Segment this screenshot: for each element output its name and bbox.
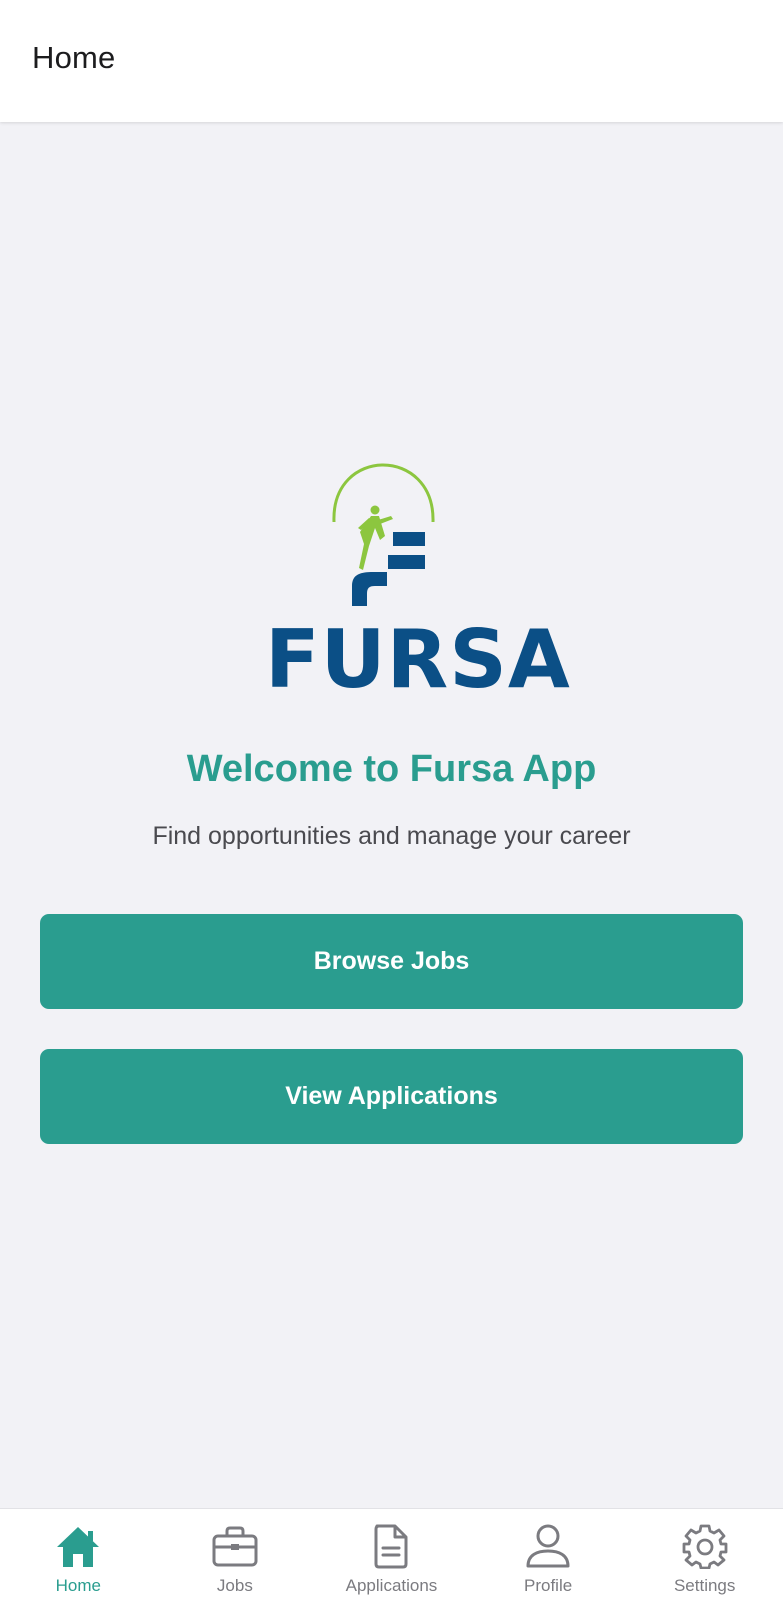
- tab-label: Applications: [345, 1576, 438, 1595]
- tab-jobs[interactable]: Jobs: [157, 1509, 314, 1601]
- tab-label: Settings: [673, 1576, 736, 1595]
- tab-applications[interactable]: Applications: [313, 1509, 470, 1601]
- briefcase-icon: [211, 1523, 259, 1569]
- person-icon: [524, 1523, 572, 1569]
- bottom-tab-bar: Home Jobs Applications Profile Settings: [0, 1508, 783, 1601]
- welcome-heading: Welcome to Fursa App: [186, 748, 597, 790]
- fursa-logo: FURSA: [265, 460, 571, 710]
- tab-label: Home: [55, 1576, 101, 1595]
- document-icon: [367, 1523, 415, 1569]
- logo-wordmark: FURSA: [265, 613, 571, 706]
- welcome-subtitle: Find opportunities and manage your caree…: [152, 822, 631, 850]
- tab-label: Profile: [523, 1576, 573, 1595]
- view-applications-button[interactable]: View Applications: [40, 1049, 743, 1144]
- tab-label: Jobs: [216, 1576, 253, 1595]
- fursa-emblem-icon: [332, 463, 435, 606]
- tab-profile[interactable]: Profile: [470, 1509, 627, 1601]
- browse-jobs-button[interactable]: Browse Jobs: [40, 914, 743, 1009]
- home-icon: [54, 1523, 102, 1569]
- tab-home[interactable]: Home: [0, 1509, 157, 1601]
- tab-settings[interactable]: Settings: [626, 1509, 783, 1601]
- app-header: Home: [0, 0, 783, 122]
- gear-icon: [681, 1523, 729, 1569]
- page-title: Home: [32, 40, 116, 75]
